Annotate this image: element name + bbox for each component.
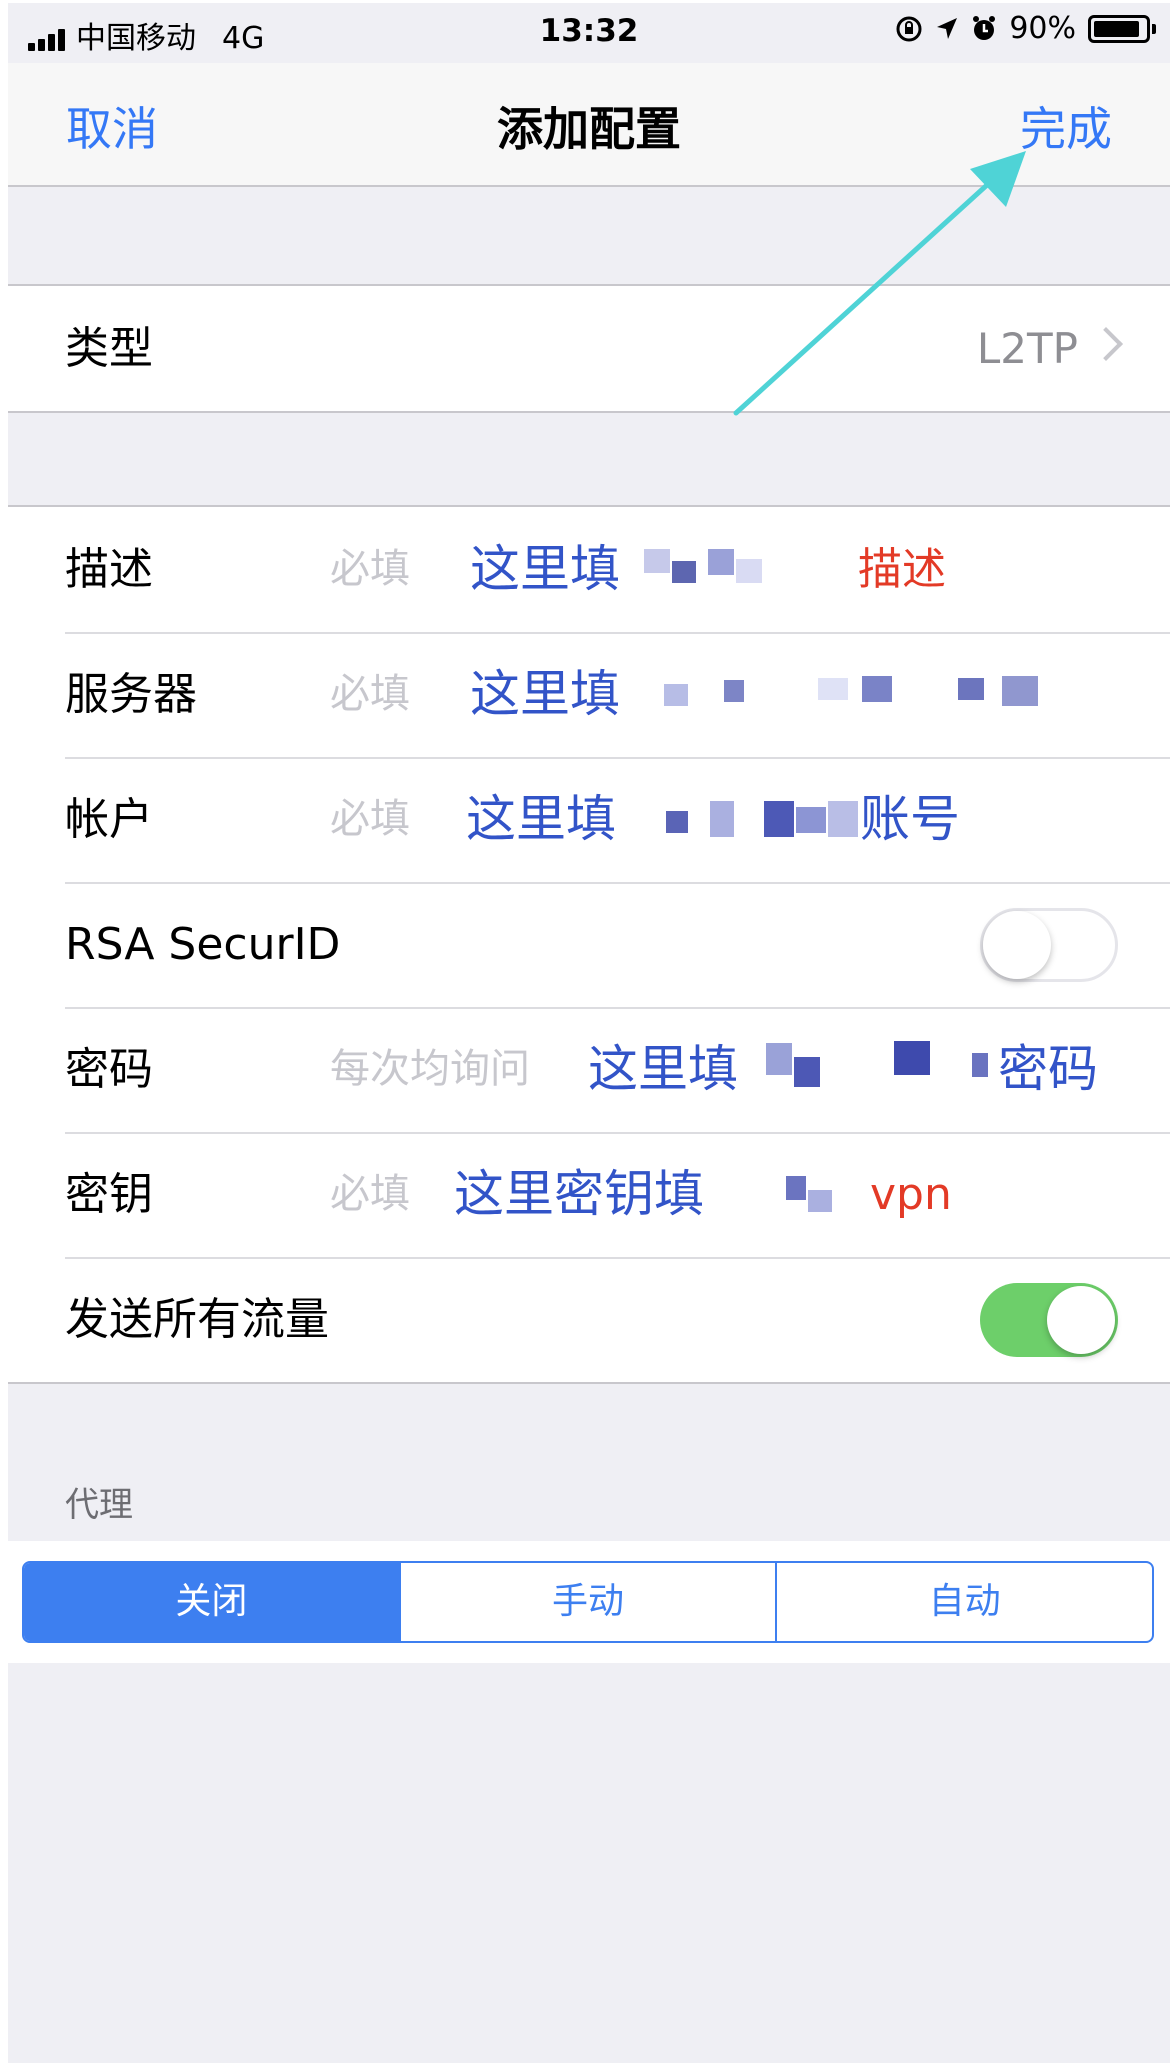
password-note-tail: 密码 xyxy=(998,1040,1098,1098)
type-group: 类型 L2TP xyxy=(8,284,1170,413)
location-icon xyxy=(937,17,958,39)
redaction-mosaic xyxy=(794,1057,820,1087)
redaction-mosaic xyxy=(862,676,892,702)
password-note: 这里填 xyxy=(588,1040,738,1098)
proxy-option-auto[interactable]: 自动 xyxy=(775,1563,1152,1641)
redaction-mosaic xyxy=(764,801,794,837)
status-icons: 90% xyxy=(895,11,1156,46)
secret-key-note-tail: vpn xyxy=(870,1169,952,1220)
send-all-traffic-row: 发送所有流量 xyxy=(8,1257,1170,1382)
description-field[interactable]: 必填 xyxy=(330,507,410,632)
redaction-mosaic xyxy=(672,561,696,583)
account-label: 帐户 xyxy=(65,794,153,845)
redaction-mosaic xyxy=(818,678,848,700)
redaction-mosaic xyxy=(664,684,688,706)
redaction-mosaic xyxy=(708,549,734,575)
status-bar: 中国移动 4G 13:32 90% xyxy=(8,3,1170,63)
send-all-traffic-label: 发送所有流量 xyxy=(65,1294,329,1345)
secret-key-row[interactable]: 密钥 必填 这里密钥填 vpn xyxy=(8,1132,1170,1257)
redaction-mosaic xyxy=(808,1190,832,1212)
battery-level xyxy=(1094,20,1139,37)
description-label: 描述 xyxy=(65,544,153,595)
secret-key-note: 这里密钥填 xyxy=(454,1165,704,1223)
type-row[interactable]: 类型 L2TP xyxy=(8,286,1170,411)
secret-key-field[interactable]: 必填 xyxy=(330,1132,410,1257)
battery-cap xyxy=(1152,23,1156,34)
chevron-right-icon xyxy=(1089,327,1123,361)
redaction-mosaic xyxy=(766,1043,792,1075)
rsa-securid-label: RSA SecurID xyxy=(65,919,341,970)
description-note-tail: 描述 xyxy=(858,544,946,595)
redaction-mosaic xyxy=(666,811,688,833)
password-label: 密码 xyxy=(65,1044,153,1095)
server-note: 这里填 xyxy=(470,665,620,723)
proxy-segmented-control: 关闭 手动 自动 xyxy=(22,1561,1154,1643)
send-all-traffic-toggle[interactable] xyxy=(980,1283,1118,1357)
server-row[interactable]: 服务器 必填 这里填 xyxy=(8,632,1170,757)
page-title: 添加配置 xyxy=(497,102,681,156)
config-group: 描述 必填 这里填 描述 服务器 必填 这里填 帐户 必填 这里填 账号 RSA… xyxy=(8,505,1170,1384)
secret-key-label: 密钥 xyxy=(65,1169,153,1220)
toggle-knob xyxy=(1047,1286,1115,1354)
server-label: 服务器 xyxy=(65,669,197,720)
proxy-segment-container: 关闭 手动 自动 xyxy=(8,1541,1170,1663)
rsa-securid-toggle[interactable] xyxy=(980,908,1118,982)
description-row[interactable]: 描述 必填 这里填 描述 xyxy=(8,507,1170,632)
type-value: L2TP xyxy=(976,324,1078,373)
account-field[interactable]: 必填 xyxy=(330,757,410,882)
nav-bar: 取消 添加配置 完成 xyxy=(8,63,1170,187)
redaction-mosaic xyxy=(786,1176,806,1200)
alarm-icon xyxy=(973,15,996,40)
redaction-mosaic xyxy=(828,801,858,837)
rotation-lock-icon xyxy=(896,16,922,41)
redaction-mosaic xyxy=(724,680,744,702)
password-field[interactable]: 每次均询问 xyxy=(330,1007,530,1132)
redaction-mosaic xyxy=(736,559,762,583)
redaction-mosaic xyxy=(644,549,670,573)
toggle-knob xyxy=(983,911,1051,979)
type-label: 类型 xyxy=(65,323,153,374)
description-note: 这里填 xyxy=(470,540,620,598)
redaction-mosaic xyxy=(958,678,984,700)
password-row[interactable]: 密码 每次均询问 这里填 密码 xyxy=(8,1007,1170,1132)
cancel-button[interactable]: 取消 xyxy=(66,93,158,159)
screen: 中国移动 4G 13:32 90% 取消 添加配置 完成 类型 L2TP 描述 必… xyxy=(8,3,1170,2063)
redaction-mosaic xyxy=(1002,676,1038,706)
rsa-securid-row: RSA SecurID xyxy=(8,882,1170,1007)
done-button[interactable]: 完成 xyxy=(1020,93,1112,159)
proxy-option-off[interactable]: 关闭 xyxy=(24,1563,399,1641)
proxy-section-header: 代理 xyxy=(65,1485,133,1525)
battery-icon xyxy=(1088,14,1150,43)
account-note: 这里填 xyxy=(466,790,616,848)
account-row[interactable]: 帐户 必填 这里填 账号 xyxy=(8,757,1170,882)
redaction-mosaic xyxy=(710,801,734,837)
redaction-mosaic xyxy=(796,807,826,833)
proxy-option-manual[interactable]: 手动 xyxy=(398,1563,776,1641)
redaction-mosaic xyxy=(894,1041,930,1075)
server-field[interactable]: 必填 xyxy=(330,632,410,757)
redaction-mosaic xyxy=(972,1053,988,1077)
account-note-tail: 账号 xyxy=(860,790,960,848)
battery-percent: 90% xyxy=(1009,11,1076,46)
